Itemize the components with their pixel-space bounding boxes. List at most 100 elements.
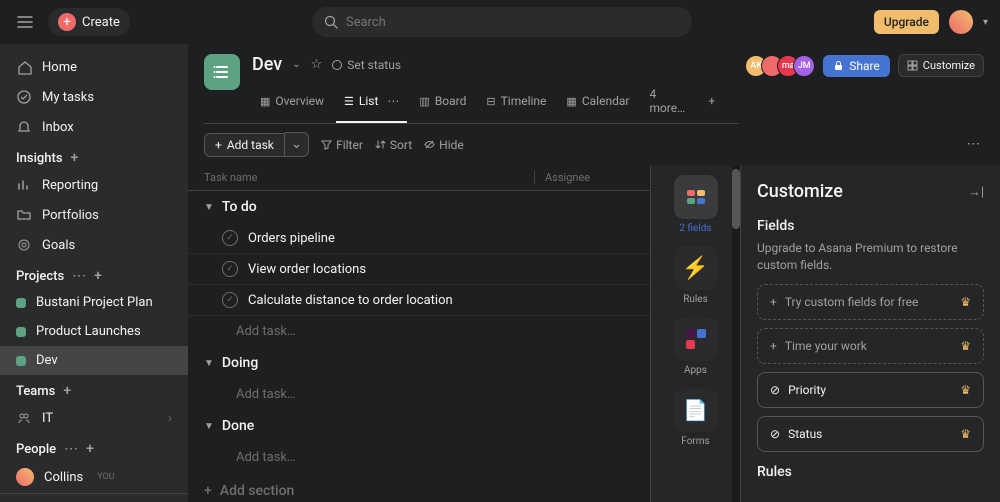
project-title[interactable]: Dev [252,54,282,75]
nav-reporting[interactable]: Reporting [0,170,188,200]
field-card-priority[interactable]: ⊘Priority♛ [757,372,984,408]
projects-header[interactable]: Projects ⋯ + [0,260,188,288]
plus-icon[interactable]: + [63,383,71,399]
insights-header[interactable]: Insights + [0,142,188,170]
project-color-icon [16,298,26,308]
section-to-do[interactable]: ▼To do [188,191,650,223]
search-input-container[interactable] [312,7,692,37]
column-task-name[interactable]: Task name [204,171,534,184]
team-icon [16,410,32,426]
tab-board[interactable]: ▥Board [411,81,474,123]
customize-button[interactable]: Customize [898,54,984,77]
more-options-button[interactable]: ⋯ [963,133,984,156]
tab-calendar[interactable]: ▦Calendar [558,81,637,123]
column-assignee[interactable]: Assignee [534,171,634,184]
project-bustani-project-plan[interactable]: Bustani Project Plan [0,288,188,317]
forms-icon: 📄 [674,388,718,432]
member-avatar[interactable]: JM [793,55,815,77]
collapse-icon[interactable]: →| [968,184,984,200]
timeline-icon: ⊟ [486,95,495,108]
rail-fields[interactable]: 2 fields [674,175,718,234]
filter-button[interactable]: Filter [321,138,363,152]
plus-icon[interactable]: + [86,441,94,457]
add-task-inline[interactable]: Add task… [188,316,650,347]
add-tab-button[interactable]: + [700,81,723,123]
add-task-dropdown[interactable]: ⌄ [285,132,309,157]
customize-title: Customize [757,181,843,202]
star-icon[interactable]: ☆ [311,57,323,72]
tab-overview[interactable]: ▦Overview [252,81,332,123]
project-product-launches[interactable]: Product Launches [0,317,188,346]
premium-badge-icon: ♛ [960,295,971,309]
user-avatar[interactable] [949,10,973,34]
hide-button[interactable]: Hide [424,138,464,152]
circle-icon: ⊘ [770,383,780,397]
field-card-time-your-work[interactable]: +Time your work♛ [757,328,984,364]
target-icon [16,237,32,253]
list-icon: ☰ [344,95,354,108]
plus-icon: + [58,13,76,31]
chevron-down-icon[interactable]: ▾ [983,17,988,28]
complete-task-icon[interactable]: ✓ [222,292,238,308]
dots-icon[interactable]: ⋯ [387,94,399,108]
task-row[interactable]: ✓Orders pipeline [188,223,650,254]
nav-my-tasks[interactable]: My tasks [0,82,188,112]
member-avatars[interactable]: AKmaJM [751,55,815,77]
complete-task-icon[interactable]: ✓ [222,230,238,246]
task-title: View order locations [248,262,366,277]
fields-description: Upgrade to Asana Premium to restore cust… [757,240,984,274]
premium-badge-icon: ♛ [960,383,971,397]
task-row[interactable]: ✓Calculate distance to order location [188,285,650,316]
field-card-status[interactable]: ⊘Status♛ [757,416,984,452]
rail-scrollbar[interactable] [732,165,740,502]
team-it[interactable]: IT› [0,403,188,433]
folder-icon [16,207,32,223]
add-task-inline[interactable]: Add task… [188,442,650,473]
search-input[interactable] [346,15,680,30]
nav-home[interactable]: Home [0,52,188,82]
dots-icon[interactable]: ⋯ [72,268,86,284]
menu-toggle[interactable] [12,9,38,35]
person-collins[interactable]: CollinsYOU [0,461,188,493]
sort-button[interactable]: Sort [375,138,412,152]
complete-task-icon[interactable]: ✓ [222,261,238,277]
home-icon [16,59,32,75]
field-card-try-custom-fields-for-free[interactable]: +Try custom fields for free♛ [757,284,984,320]
task-row[interactable]: ✓ View order locations [188,254,650,285]
plus-icon: + [770,339,777,353]
filter-icon [321,139,332,150]
nav-inbox[interactable]: Inbox [0,112,188,142]
chevron-down-icon: ▼ [204,202,214,213]
plus-icon[interactable]: + [94,268,102,284]
apps-icon [674,317,718,361]
nav-goals[interactable]: Goals [0,230,188,260]
add-task-button[interactable]: + Add task [204,133,285,157]
circle-icon: ⊘ [770,427,780,441]
share-button[interactable]: Share [823,55,890,77]
project-color-icon [16,356,26,366]
help-button[interactable]: ? Help [95,494,189,502]
rail-apps[interactable]: Apps [674,317,718,376]
chevron-right-icon: › [168,411,172,426]
teams-header[interactable]: Teams + [0,375,188,403]
tab-timeline[interactable]: ⊟Timeline [478,81,554,123]
dots-icon[interactable]: ⋯ [64,441,78,457]
project-dev[interactable]: Dev [0,346,188,375]
section-done[interactable]: ▼Done [188,410,650,442]
section-doing[interactable]: ▼Doing [188,347,650,379]
upgrade-button[interactable]: Upgrade [874,10,939,34]
invite-button[interactable]: Invite [0,494,94,502]
set-status-button[interactable]: Set status [332,58,401,72]
rail-rules[interactable]: ⚡Rules [674,246,718,305]
create-button[interactable]: + Create [48,8,130,36]
people-header[interactable]: People ⋯ + [0,433,188,461]
plus-icon[interactable]: + [71,150,79,166]
rail-forms[interactable]: 📄Forms [674,388,718,447]
chevron-down-icon[interactable]: ⌄ [292,59,300,70]
nav-portfolios[interactable]: Portfolios [0,200,188,230]
calendar-icon: ▦ [566,95,576,108]
add-task-inline[interactable]: Add task… [188,379,650,410]
tab-list[interactable]: ☰List⋯ [336,81,407,123]
add-section-button[interactable]: + Add section [188,473,650,502]
tab-more[interactable]: 4 more… [641,81,696,123]
